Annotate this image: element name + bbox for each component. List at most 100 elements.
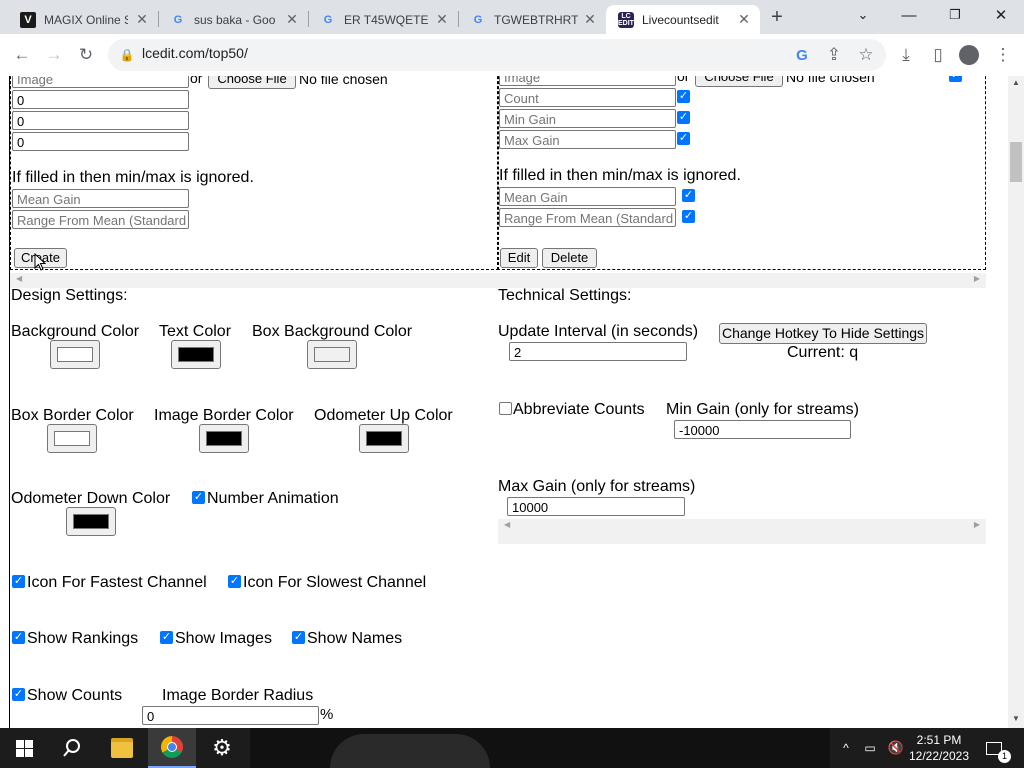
tab-google-sus[interactable]: G sus baka - Goo ✕ — [158, 5, 308, 34]
image-border-radius-input[interactable]: 0 — [142, 706, 319, 725]
edit-button[interactable]: Edit — [500, 248, 538, 268]
scroll-left-icon[interactable]: ◀ — [16, 273, 22, 284]
count-input[interactable]: Count — [499, 88, 676, 107]
share-icon[interactable]: ⇪ — [821, 42, 847, 68]
max-gain-input[interactable]: Max Gain — [499, 130, 676, 149]
min-gain-input[interactable]: 0 — [12, 111, 189, 130]
technical-horizontal-scrollbar[interactable]: ◀ ▶ — [498, 519, 986, 530]
reload-icon[interactable]: ↻ — [73, 42, 99, 68]
number-animation-checkbox[interactable]: ✓ — [192, 491, 205, 504]
show-counts-checkbox[interactable]: ✓ — [12, 688, 25, 701]
download-icon[interactable]: ⤓ — [893, 42, 919, 68]
windows-start-icon[interactable] — [0, 728, 48, 768]
scroll-down-icon[interactable]: ▼ — [1012, 714, 1020, 723]
tab-title: MAGIX Online S — [44, 12, 128, 27]
odometer-up-color-picker[interactable] — [359, 424, 409, 453]
range-from-mean-checkbox[interactable]: ✓ — [682, 210, 695, 223]
scroll-up-icon[interactable]: ▲ — [1012, 78, 1020, 87]
tab-google-er[interactable]: G ER T45WQETER ✕ — [308, 5, 458, 34]
image-border-color-picker[interactable] — [199, 424, 249, 453]
back-icon[interactable]: ← — [9, 42, 35, 68]
box-border-color-picker[interactable] — [47, 424, 97, 453]
scroll-left-icon[interactable]: ◀ — [504, 519, 510, 530]
delete-button[interactable]: Delete — [542, 248, 597, 268]
google-lens-icon[interactable]: G — [789, 42, 815, 68]
choose-file-button[interactable]: Choose File — [208, 76, 296, 89]
new-tab-icon[interactable]: + — [766, 6, 788, 28]
tab-search-icon[interactable]: ⌄ — [840, 0, 886, 30]
update-interval-input[interactable]: 2 — [509, 342, 687, 361]
min-gain-checkbox[interactable]: ✓ — [677, 111, 690, 124]
page-vertical-scrollbar[interactable]: ▲ ▼ — [1008, 76, 1024, 728]
show-names-checkbox[interactable]: ✓ — [292, 631, 305, 644]
abbreviate-counts-checkbox[interactable] — [499, 402, 512, 415]
minimize-icon[interactable]: — — [886, 0, 932, 30]
icon-fastest-checkbox[interactable]: ✓ — [12, 575, 25, 588]
mean-gain-input[interactable]: Mean Gain — [12, 189, 189, 208]
forward-icon[interactable]: → — [41, 42, 67, 68]
count-checkbox[interactable]: ✓ — [677, 90, 690, 103]
no-file-text: No file chosen — [299, 76, 388, 87]
cards-horizontal-scrollbar[interactable]: ◀ ▶ — [10, 273, 986, 284]
min-gain-streams-input[interactable]: -10000 — [674, 420, 851, 439]
text-color-picker[interactable] — [171, 340, 221, 369]
file-explorer-icon[interactable] — [98, 728, 146, 768]
background-color-picker[interactable] — [50, 340, 100, 369]
bookmark-star-icon[interactable]: ☆ — [853, 42, 879, 68]
window-close-icon[interactable]: ✕ — [978, 0, 1024, 30]
restore-icon[interactable]: ❐ — [932, 0, 978, 30]
box-background-color-picker[interactable] — [307, 340, 357, 369]
tab-magix[interactable]: V MAGIX Online S ✕ — [8, 5, 158, 34]
odometer-down-color-picker[interactable] — [66, 507, 116, 536]
mean-gain-input[interactable]: Mean Gain — [499, 187, 676, 206]
close-icon[interactable]: ✕ — [284, 11, 300, 27]
mean-gain-checkbox[interactable]: ✓ — [682, 189, 695, 202]
image-checkbox[interactable]: ✓ — [949, 76, 962, 82]
number-animation-label: Number Animation — [207, 490, 339, 507]
network-icon[interactable]: ▭ — [858, 728, 882, 768]
settings-gear-icon[interactable]: ⚙ — [198, 728, 246, 768]
or-text: or — [677, 76, 690, 84]
max-gain-streams-label: Max Gain (only for streams) — [498, 478, 696, 495]
max-gain-checkbox[interactable]: ✓ — [677, 132, 690, 145]
close-icon[interactable]: ✕ — [434, 11, 450, 27]
choose-file-button[interactable]: Choose File — [695, 76, 783, 87]
close-icon[interactable]: ✕ — [736, 11, 752, 27]
scroll-right-icon[interactable]: ▶ — [974, 273, 980, 284]
chrome-taskbar-icon[interactable] — [148, 728, 196, 768]
image-input[interactable]: Image — [499, 76, 676, 86]
show-images-checkbox[interactable]: ✓ — [160, 631, 173, 644]
max-gain-input[interactable]: 0 — [12, 132, 189, 151]
search-icon[interactable] — [48, 728, 96, 768]
scrollbar-thumb[interactable] — [1010, 142, 1022, 182]
count-input[interactable]: 0 — [12, 90, 189, 109]
show-rankings-checkbox[interactable]: ✓ — [12, 631, 25, 644]
tab-google-tg[interactable]: G TGWEBTRHRTBI ✕ — [458, 5, 606, 34]
text-color-label: Text Color — [159, 323, 232, 340]
side-panel-icon[interactable]: ▯ — [925, 42, 951, 68]
close-icon[interactable]: ✕ — [582, 11, 598, 27]
tab-livecountsedit[interactable]: LC EDIT Livecountsedit ✕ — [606, 5, 760, 34]
scroll-right-icon[interactable]: ▶ — [974, 519, 980, 530]
min-gain-input[interactable]: Min Gain — [499, 109, 676, 128]
menu-icon[interactable]: ⋮ — [990, 42, 1016, 68]
change-hotkey-button[interactable]: Change Hotkey To Hide Settings — [719, 323, 927, 344]
odometer-down-color-label: Odometer Down Color — [11, 490, 171, 507]
range-from-mean-input[interactable]: Range From Mean (Standard — [12, 210, 189, 229]
image-input[interactable]: Image — [12, 76, 189, 88]
technical-settings-heading: Technical Settings: — [498, 287, 632, 304]
close-icon[interactable]: ✕ — [134, 11, 150, 27]
image-border-color-label: Image Border Color — [154, 407, 294, 424]
system-clock[interactable]: 2:51 PM 12/22/2023 — [908, 732, 970, 764]
tab-title: ER T45WQETER — [344, 12, 428, 27]
magix-icon: V — [20, 11, 36, 28]
range-from-mean-input[interactable]: Range From Mean (Standard — [499, 208, 676, 227]
lock-icon[interactable]: 🔒 — [114, 42, 140, 68]
box-border-color-label: Box Border Color — [11, 407, 134, 424]
image-border-radius-label: Image Border Radius — [162, 687, 314, 704]
max-gain-streams-input[interactable]: 10000 — [507, 497, 685, 516]
volume-muted-icon[interactable]: 🔇 — [884, 728, 908, 768]
chevron-up-icon[interactable]: ^ — [836, 728, 856, 768]
icon-slowest-checkbox[interactable]: ✓ — [228, 575, 241, 588]
profile-icon[interactable] — [956, 42, 982, 68]
